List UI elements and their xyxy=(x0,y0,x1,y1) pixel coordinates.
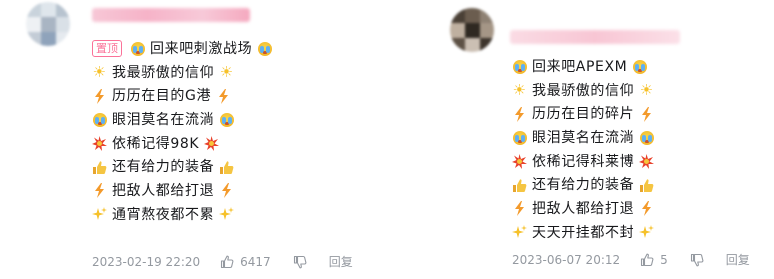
comment-line-text: 眼泪莫名在流淌 xyxy=(112,111,215,128)
comment-footer: 2023-06-07 20:12 5 回复 xyxy=(512,251,750,268)
thumbs-up-icon xyxy=(92,160,107,175)
comment-line: 回来吧APEXM xyxy=(512,55,654,79)
comment-body: 回来吧APEXM ☀ 我最骄傲的信仰 ☀ 历历在目的碎片 眼泪莫名在流淌 依稀记… xyxy=(512,55,655,245)
sun-icon: ☀ xyxy=(639,81,654,100)
comment-line: 还有给力的装备 xyxy=(512,173,654,197)
comment-line-text: 历历在目的G港 xyxy=(112,88,212,105)
comment-line-text: 眼泪莫名在流淌 xyxy=(532,129,635,146)
username[interactable] xyxy=(92,8,250,22)
comment-line-text: 天天开挂都不封 xyxy=(532,224,635,241)
collision-icon xyxy=(92,136,107,152)
sparkles-icon xyxy=(512,225,527,240)
like-button[interactable]: 6417 xyxy=(220,255,271,269)
comment-line: 还有给力的装备 xyxy=(92,155,272,179)
crying-face-icon xyxy=(219,112,234,127)
comment-line-text: 我最骄傲的信仰 xyxy=(532,82,635,99)
sparkles-icon xyxy=(219,207,235,222)
dislike-button[interactable] xyxy=(690,253,704,267)
collision-icon xyxy=(204,136,220,152)
thumbs-up-icon xyxy=(219,160,234,175)
comment-line-text: 把敌人都给打退 xyxy=(532,200,635,217)
comment-line: 历历在目的G港 xyxy=(92,84,272,108)
reply-button[interactable]: 回复 xyxy=(329,253,353,270)
sun-icon: ☀ xyxy=(512,81,527,100)
comment-line: 历历在目的碎片 xyxy=(512,102,654,126)
sun-icon: ☀ xyxy=(92,63,107,82)
thumbs-up-icon xyxy=(512,178,527,193)
crying-face-icon xyxy=(257,41,272,56)
like-button[interactable]: 5 xyxy=(640,253,668,267)
lightning-icon xyxy=(512,106,527,122)
comment-line-text: 把敌人都给打退 xyxy=(112,182,215,199)
comment-line-text: 依稀记得科莱博 xyxy=(532,153,635,170)
comment-line-text: 回来吧APEXM xyxy=(532,58,628,75)
crying-face-icon xyxy=(130,41,145,56)
crying-face-icon xyxy=(639,130,654,145)
comment-card-1: 置顶 回来吧刺激战场 ☀ 我最骄傲的信仰 ☀ 历历在目的G港 眼泪莫名在流淌 依… xyxy=(0,0,420,279)
pinned-badge: 置顶 xyxy=(92,40,122,58)
lightning-icon xyxy=(216,88,231,104)
like-count: 5 xyxy=(660,252,668,267)
thumbs-up-outline-icon xyxy=(641,253,654,266)
comment-line: 通宵熬夜都不累 xyxy=(92,203,272,227)
comment-date: 2023-02-19 22:20 xyxy=(92,254,201,269)
dislike-button[interactable] xyxy=(293,255,307,269)
comment-date: 2023-06-07 20:12 xyxy=(512,252,621,267)
username[interactable] xyxy=(510,30,680,44)
thumbs-down-outline-icon xyxy=(293,255,307,268)
like-count: 6417 xyxy=(240,254,271,269)
comment-line: 依稀记得98K xyxy=(92,132,272,156)
reply-button[interactable]: 回复 xyxy=(726,251,750,268)
lightning-icon xyxy=(219,183,234,199)
comment-line: 依稀记得科莱博 xyxy=(512,150,655,174)
comment-line: ☀ 我最骄傲的信仰 ☀ xyxy=(92,61,272,85)
lightning-icon xyxy=(639,201,654,217)
thumbs-up-outline-icon xyxy=(221,255,234,268)
comment-line: 把敌人都给打退 xyxy=(512,197,654,221)
crying-face-icon xyxy=(512,130,527,145)
lightning-icon xyxy=(639,106,654,122)
crying-face-icon xyxy=(92,112,107,127)
comment-line: 眼泪莫名在流淌 xyxy=(92,108,272,132)
thumbs-up-icon xyxy=(639,178,654,193)
thumbs-down-outline-icon xyxy=(690,253,704,266)
comment-line: 把敌人都给打退 xyxy=(92,179,272,203)
comment-line-text: 我最骄傲的信仰 xyxy=(112,64,215,81)
comment-body: 置顶 回来吧刺激战场 ☀ 我最骄傲的信仰 ☀ 历历在目的G港 眼泪莫名在流淌 依… xyxy=(92,37,272,227)
comment-card-2: 回来吧APEXM ☀ 我最骄傲的信仰 ☀ 历历在目的碎片 眼泪莫名在流淌 依稀记… xyxy=(438,0,774,279)
lightning-icon xyxy=(92,88,107,104)
comment-line-text: 通宵熬夜都不累 xyxy=(112,206,215,223)
comment-footer: 2023-02-19 22:20 6417 回复 xyxy=(92,253,353,270)
comment-line: ☀ 我最骄傲的信仰 ☀ xyxy=(512,79,654,103)
sun-icon: ☀ xyxy=(219,63,234,82)
avatar[interactable] xyxy=(26,2,70,46)
comment-line: 眼泪莫名在流淌 xyxy=(512,126,654,150)
comment-line-text: 历历在目的碎片 xyxy=(532,106,635,123)
comment-line-text: 还有给力的装备 xyxy=(532,177,635,194)
lightning-icon xyxy=(512,201,527,217)
collision-icon xyxy=(512,154,527,170)
crying-face-icon xyxy=(632,59,647,74)
lightning-icon xyxy=(92,183,107,199)
comment-list: 置顶 回来吧刺激战场 ☀ 我最骄傲的信仰 ☀ 历历在目的G港 眼泪莫名在流淌 依… xyxy=(0,0,774,279)
comment-line-text: 还有给力的装备 xyxy=(112,159,215,176)
sparkles-icon xyxy=(92,207,107,222)
avatar[interactable] xyxy=(450,8,494,52)
comment-line-text: 回来吧刺激战场 xyxy=(150,40,253,57)
crying-face-icon xyxy=(512,59,527,74)
comment-line: 置顶 回来吧刺激战场 xyxy=(92,37,272,61)
sparkles-icon xyxy=(639,225,655,240)
comment-line: 天天开挂都不封 xyxy=(512,221,655,245)
comment-line-text: 依稀记得98K xyxy=(112,135,200,152)
collision-icon xyxy=(639,154,655,170)
